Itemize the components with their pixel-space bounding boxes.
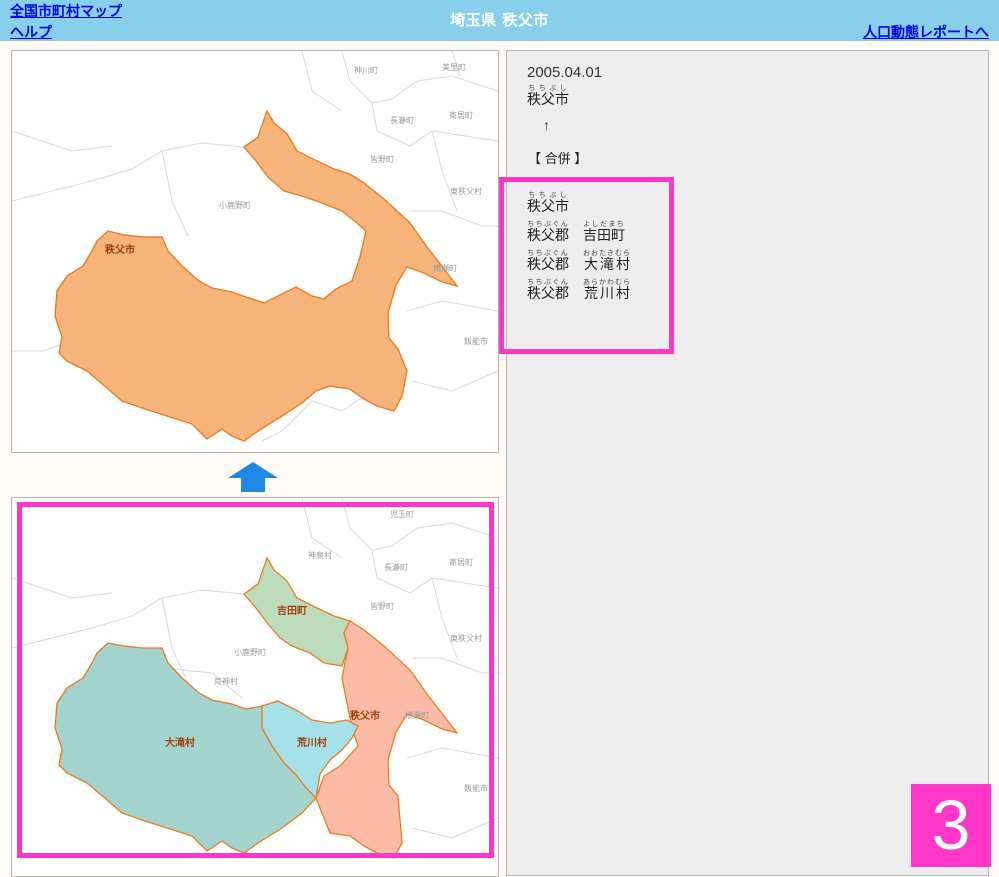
merger-info-panel: 2005.04.01 秩父市ちちぶし ↑ 【 合併 】 秩父市ちちぶし 秩父郡ち… bbox=[506, 50, 989, 876]
source-name-reading: あらかわむら bbox=[583, 279, 631, 286]
merger-date: 2005.04.01 bbox=[527, 64, 603, 81]
map-neighbor-label: 小鹿野町 bbox=[219, 200, 251, 210]
source-name-reading: おおたきむら bbox=[583, 250, 631, 257]
map-neighbor-label: 神川町 bbox=[354, 65, 378, 75]
map-neighbor-label: 児玉町 bbox=[390, 510, 414, 519]
page-title: 埼玉県 秩父市 bbox=[450, 11, 549, 29]
map-arakawa-label: 荒川村 bbox=[296, 736, 327, 749]
source-district-kanji: 秩父郡 bbox=[527, 256, 569, 272]
previous-municipalities-map[interactable]: 吉田町 大滝村 荒川村 秩父市 児玉町 神泉村 長瀞町 寄居町 皆野町 小鹿野町… bbox=[11, 497, 499, 877]
new-city-name[interactable]: 秩父市ちちぶし bbox=[527, 85, 569, 109]
map-neighbor-label: 横瀬町 bbox=[405, 710, 429, 720]
header-bar: 全国市町村マップ ヘルプ 埼玉県 秩父市 人口動態レポートへ bbox=[0, 0, 999, 41]
map-neighbor-label: 飯能市 bbox=[464, 783, 488, 793]
source-district-reading: ちちぶぐん bbox=[527, 279, 569, 286]
source-district-reading: ちちぶぐん bbox=[527, 250, 569, 257]
previous-map-svg: 吉田町 大滝村 荒川村 秩父市 児玉町 神泉村 長瀞町 寄居町 皆野町 小鹿野町… bbox=[12, 498, 498, 859]
source-name-kanji: 大滝村 bbox=[583, 256, 631, 272]
source-name-kanji: 吉田町 bbox=[583, 227, 625, 243]
map-neighbor-label: 長瀞町 bbox=[384, 562, 408, 572]
source-name-kanji: 荒川村 bbox=[583, 285, 631, 301]
map-neighbor-label: 美里町 bbox=[442, 62, 466, 72]
map-neighbor-label: 寄居町 bbox=[449, 557, 473, 567]
population-report-link[interactable]: 人口動態レポートへ bbox=[863, 22, 989, 42]
source-name-reading: ちちぶし bbox=[527, 192, 569, 199]
merger-type-label: 【 合併 】 bbox=[528, 151, 588, 166]
map-neighbor-label: 小鹿野町 bbox=[234, 647, 266, 657]
map-neighbor-label: 東秩父村 bbox=[450, 186, 482, 196]
arrow-up-icon bbox=[228, 462, 278, 492]
current-map-svg: 秩父市 神川町 美里町 長瀞町 寄居町 皆野町 小鹿野町 東秩父村 横瀬町 飯能… bbox=[12, 51, 498, 442]
map-neighbor-label: 両神村 bbox=[214, 676, 238, 686]
up-arrow-text: ↑ bbox=[543, 117, 550, 133]
map-neighbor-label: 飯能市 bbox=[464, 336, 488, 346]
source-name-kanji: 秩父市 bbox=[527, 198, 569, 214]
map-yoshida-label: 吉田町 bbox=[277, 604, 307, 617]
map-otaki-label: 大滝村 bbox=[165, 736, 195, 749]
source-district-kanji: 秩父郡 bbox=[527, 227, 569, 243]
map-neighbor-label: 皆野町 bbox=[370, 602, 394, 611]
chichibu-city-region[interactable] bbox=[54, 109, 459, 442]
source-municipality-row[interactable]: 秩父郡ちちぶぐん荒川村あらかわむら bbox=[527, 279, 631, 303]
source-name-reading: よしだまち bbox=[583, 221, 625, 228]
map-chichibu-label: 秩父市 bbox=[350, 709, 380, 722]
map-neighbor-label: 寄居町 bbox=[449, 110, 473, 120]
source-district-reading: ちちぶぐん bbox=[527, 221, 569, 228]
map-neighbor-label: 長瀞町 bbox=[390, 115, 414, 125]
map-current-city-label: 秩父市 bbox=[105, 243, 135, 256]
step-number-badge: 3 bbox=[911, 784, 991, 867]
source-municipality-row[interactable]: 秩父市ちちぶし bbox=[527, 192, 569, 216]
map-neighbor-label: 東秩父村 bbox=[450, 633, 482, 643]
map-neighbor-label: 神泉村 bbox=[308, 550, 332, 560]
source-municipality-row[interactable]: 秩父郡ちちぶぐん吉田町よしだまち bbox=[527, 221, 625, 245]
new-city-kanji: 秩父市 bbox=[527, 91, 569, 107]
current-city-map[interactable]: 秩父市 神川町 美里町 長瀞町 寄居町 皆野町 小鹿野町 東秩父村 横瀬町 飯能… bbox=[11, 50, 499, 453]
map-neighbor-label: 皆野町 bbox=[370, 155, 394, 164]
source-district-kanji: 秩父郡 bbox=[527, 285, 569, 301]
source-municipality-row[interactable]: 秩父郡ちちぶぐん大滝村おおたきむら bbox=[527, 250, 631, 274]
map-neighbor-label: 横瀬町 bbox=[433, 263, 457, 273]
new-city-reading: ちちぶし bbox=[527, 85, 569, 92]
